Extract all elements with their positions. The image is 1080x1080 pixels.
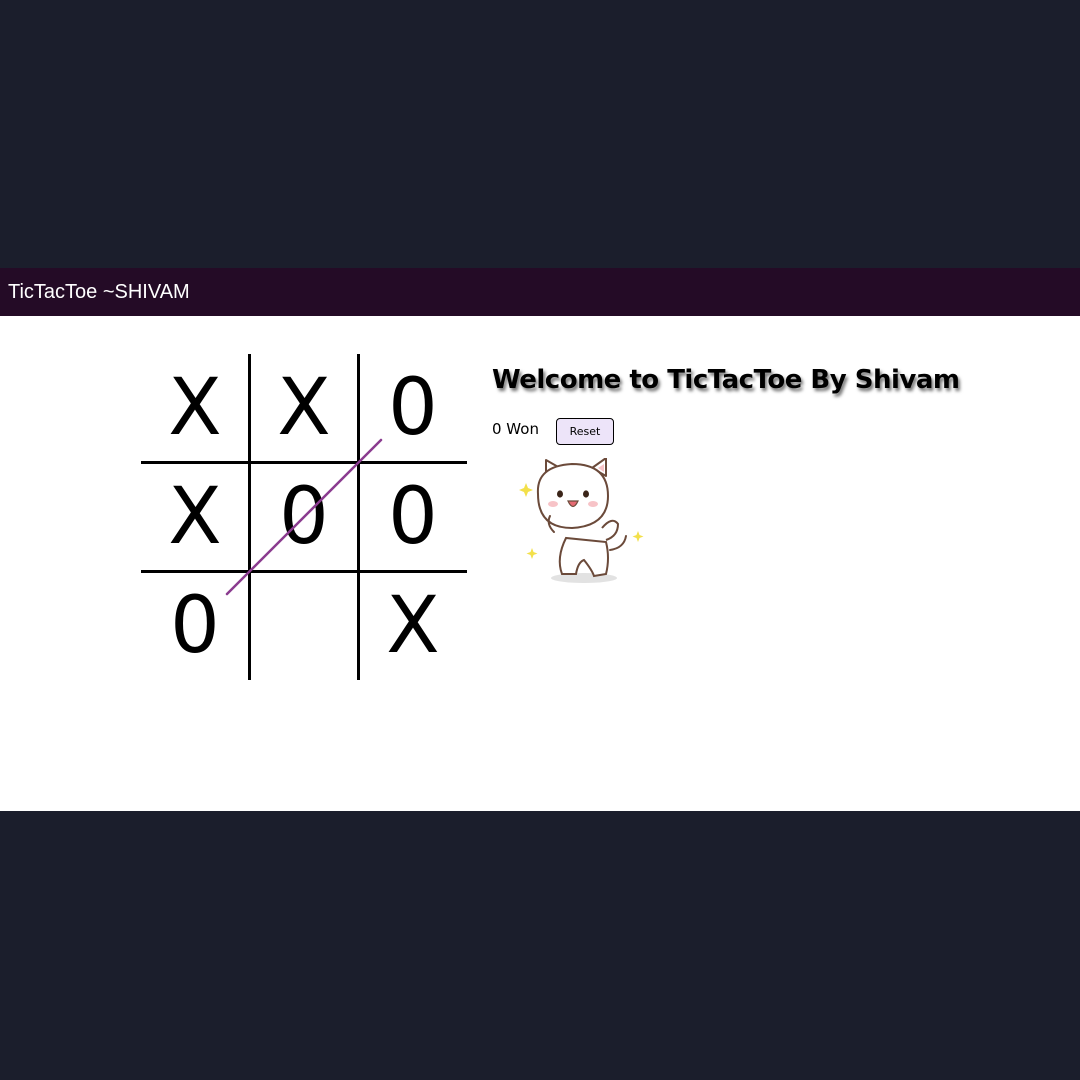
win-status: 0 Won (492, 420, 539, 438)
game-board: X X 0 X 0 0 0 X (141, 354, 467, 680)
navbar: TicTacToe ~SHIVAM (0, 268, 1080, 316)
grid-line-vertical-2 (357, 354, 360, 680)
status-row: 0 Won Reset (492, 418, 792, 448)
board-cell-8[interactable]: X (359, 572, 467, 680)
grid-line-horizontal-1 (141, 461, 467, 464)
board-cell-6[interactable]: 0 (141, 572, 249, 680)
board-cell-5[interactable]: 0 (359, 463, 467, 571)
reset-button[interactable]: Reset (556, 418, 614, 445)
board-cell-2[interactable]: 0 (359, 354, 467, 462)
board-cell-7[interactable] (250, 572, 358, 680)
board-cell-0[interactable]: X (141, 354, 249, 462)
app-title: TicTacToe ~SHIVAM (8, 281, 190, 303)
board-cell-4[interactable]: 0 (250, 463, 358, 571)
info-panel: Welcome to TicTacToe By Shivam 0 Won Res… (492, 362, 960, 583)
app-page: TicTacToe ~SHIVAM X X 0 X 0 0 0 X Welcom… (0, 268, 1080, 811)
cat-sticker-icon (519, 458, 644, 583)
grid-line-horizontal-2 (141, 570, 467, 573)
board-cell-1[interactable]: X (250, 354, 358, 462)
welcome-heading: Welcome to TicTacToe By Shivam (492, 365, 960, 395)
board-cell-3[interactable]: X (141, 463, 249, 571)
grid-line-vertical-1 (248, 354, 251, 680)
